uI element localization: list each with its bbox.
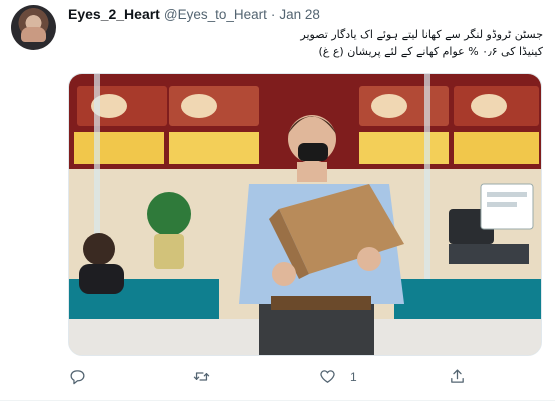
reply-icon <box>70 370 85 385</box>
tweet-date[interactable]: Jan 28 <box>279 7 320 22</box>
share-icon <box>451 369 464 383</box>
retweet-icon <box>193 372 210 381</box>
photo-scene <box>69 74 541 355</box>
divider <box>0 400 555 401</box>
heart-icon <box>320 370 335 383</box>
tweet-actions: 1 <box>0 368 555 390</box>
display-name[interactable]: Eyes_2_Heart <box>68 6 160 22</box>
separator-dot: · <box>270 7 276 22</box>
share-button[interactable] <box>449 368 480 385</box>
reply-button[interactable] <box>69 368 100 385</box>
retweet-button[interactable] <box>193 368 224 385</box>
user-handle[interactable]: @Eyes_to_Heart <box>164 7 267 22</box>
tweet-text-line-2: کینیڈا کی ۰٫۶ % عوام کھانے کے لئے پریشان… <box>318 45 543 58</box>
avatar[interactable] <box>11 5 56 50</box>
tweet-header: Eyes_2_Heart @Eyes_to_Heart · Jan 28 <box>68 6 320 22</box>
like-button[interactable]: 1 <box>319 368 357 385</box>
like-count: 1 <box>350 369 357 384</box>
tweet-text-line-1: جسٹن ٹروڈو لنگر سے کھانا لیتے ہوئے اک یا… <box>300 28 543 41</box>
tweet-media-photo[interactable] <box>68 73 542 356</box>
avatar-hands <box>21 27 46 42</box>
tweet-text: جسٹن ٹروڈو لنگر سے کھانا لیتے ہوئے اک یا… <box>243 26 543 60</box>
